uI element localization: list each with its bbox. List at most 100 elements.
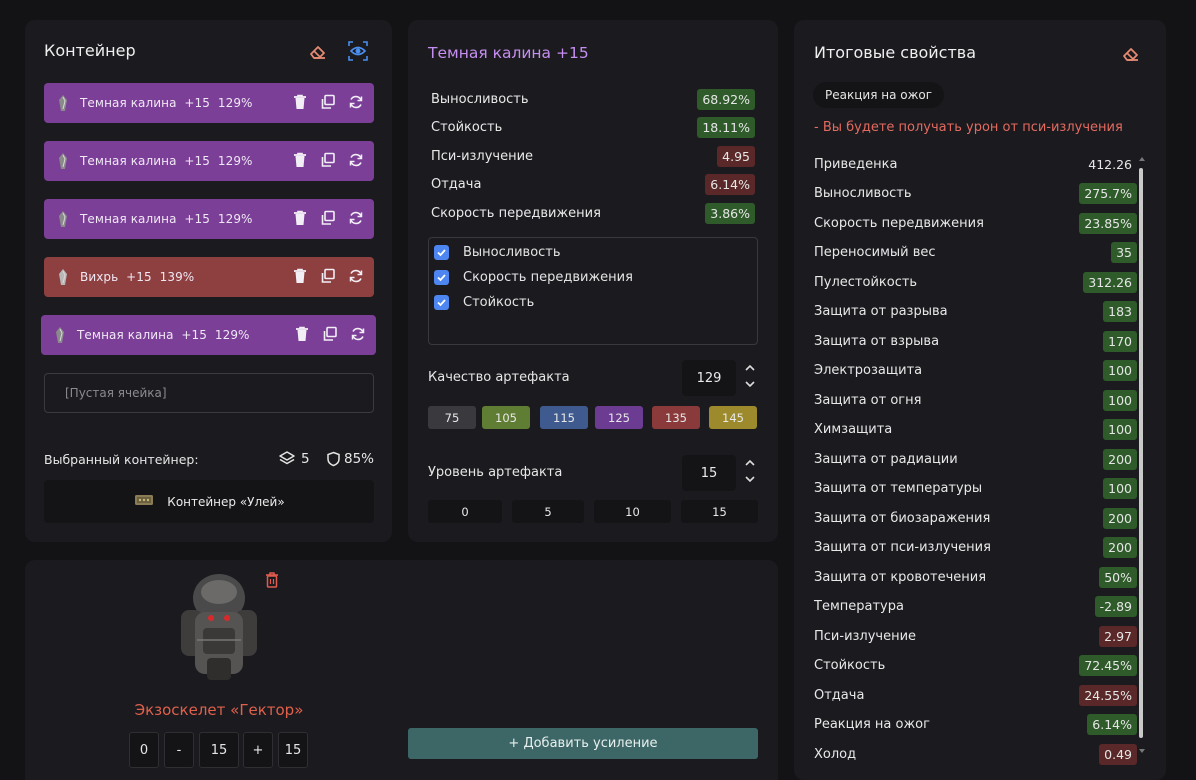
summary-prop-row: Защита от температуры 100 xyxy=(814,477,1137,501)
armor-level-max[interactable]: 15 xyxy=(278,732,308,768)
level-preset-button[interactable]: 5 xyxy=(512,500,584,523)
quality-stepper[interactable] xyxy=(744,362,756,390)
quality-preset-button[interactable]: 75 xyxy=(428,406,476,429)
copy-icon[interactable] xyxy=(319,93,337,111)
summary-prop-name: Отдача xyxy=(814,687,865,703)
level-preset-button[interactable]: 10 xyxy=(594,500,671,523)
stat-filter-checkbox[interactable]: Выносливость xyxy=(434,245,561,260)
container-slot[interactable]: Темная калина +15 129% xyxy=(44,141,374,181)
level-preset-button[interactable]: 15 xyxy=(681,500,758,523)
level-preset-button[interactable]: 0 xyxy=(428,500,502,523)
trash-icon[interactable] xyxy=(291,267,309,285)
armor-name: Экзоскелет «Гектор» xyxy=(134,701,304,719)
refresh-icon[interactable] xyxy=(347,209,365,227)
chevron-up-icon[interactable] xyxy=(744,362,756,374)
artifact-icon xyxy=(56,268,70,286)
summary-prop-row: Защита от разрыва 183 xyxy=(814,300,1137,324)
eraser-icon[interactable] xyxy=(307,40,329,62)
summary-prop-value: 200 xyxy=(1103,537,1137,558)
summary-prop-row: Пси-излучение 2.97 xyxy=(814,624,1137,648)
artifact-stat-value: 18.11% xyxy=(697,117,755,138)
summary-prop-row: Стойкость 72.45% xyxy=(814,654,1137,678)
quality-preset-button[interactable]: 115 xyxy=(540,406,588,429)
container-slot[interactable]: Темная калина +15 129% xyxy=(44,199,374,239)
scroll-up-icon[interactable] xyxy=(1139,156,1145,162)
container-select-button[interactable]: Контейнер «Улей» xyxy=(44,480,374,523)
scrollbar[interactable] xyxy=(1139,156,1145,756)
summary-prop-row: Скорость передвижения 23.85% xyxy=(814,211,1137,235)
scrollbar-thumb[interactable] xyxy=(1139,168,1143,738)
level-label: Уровень артефакта xyxy=(428,465,563,480)
chevron-up-icon[interactable] xyxy=(744,457,756,469)
summary-panel: Итоговые свойства Реакция на ожог - Вы б… xyxy=(794,20,1166,780)
summary-prop-row: Защита от пси-излучения 200 xyxy=(814,536,1137,560)
stat-filter-checkbox[interactable]: Стойкость xyxy=(434,295,534,310)
summary-prop-row: Защита от биозаражения 200 xyxy=(814,506,1137,530)
checkbox-checked-icon[interactable] xyxy=(434,270,449,285)
checkbox-checked-icon[interactable] xyxy=(434,295,449,310)
armor-level-increment[interactable]: + xyxy=(243,732,273,768)
summary-prop-value: 0.49 xyxy=(1099,743,1137,765)
level-input[interactable]: 15 xyxy=(682,455,736,491)
checkbox-checked-icon[interactable] xyxy=(434,245,449,260)
artifact-icon xyxy=(56,94,70,112)
trash-icon[interactable] xyxy=(291,209,309,227)
artifact-title: Темная калина +15 xyxy=(428,44,589,62)
slot-label: Темная калина +15 129% xyxy=(80,96,253,110)
empty-slot-label: [Пустая ячейка] xyxy=(65,386,167,400)
artifact-stat-row: Скорость передвижения 3.86% xyxy=(431,201,755,225)
copy-icon[interactable] xyxy=(321,325,339,343)
copy-icon[interactable] xyxy=(319,151,337,169)
artifact-stat-row: Выносливость 68.92% xyxy=(431,87,755,111)
quality-preset-button[interactable]: 105 xyxy=(482,406,530,429)
container-slot[interactable]: Вихрь +15 139% xyxy=(44,257,374,297)
trash-icon[interactable] xyxy=(293,325,311,343)
summary-prop-row: Отдача 24.55% xyxy=(814,683,1137,707)
summary-prop-value: 100 xyxy=(1103,419,1137,440)
quality-input[interactable]: 129 xyxy=(682,360,736,396)
quality-preset-button[interactable]: 145 xyxy=(709,406,757,429)
armor-level-decrement[interactable]: - xyxy=(164,732,194,768)
summary-prop-row: Защита от взрыва 170 xyxy=(814,329,1137,353)
trash-icon[interactable] xyxy=(264,571,280,593)
artifact-stat-row: Стойкость 18.11% xyxy=(431,116,755,140)
refresh-icon[interactable] xyxy=(347,267,365,285)
trash-icon[interactable] xyxy=(291,93,309,111)
slot-label: Темная калина +15 129% xyxy=(77,328,250,342)
container-slot[interactable]: Темная калина +15 129% xyxy=(44,83,374,123)
scroll-down-icon[interactable] xyxy=(1139,748,1145,754)
add-boost-button[interactable]: + Добавить усиление xyxy=(408,728,758,759)
artifact-stat-name: Отдача xyxy=(431,177,482,192)
level-stepper[interactable] xyxy=(744,457,756,485)
empty-slot[interactable]: [Пустая ячейка] xyxy=(44,373,374,413)
eye-icon[interactable] xyxy=(347,40,369,62)
refresh-icon[interactable] xyxy=(347,93,365,111)
copy-icon[interactable] xyxy=(319,209,337,227)
container-title: Контейнер xyxy=(44,41,136,60)
artifact-stat-value: 6.14% xyxy=(705,174,755,195)
copy-icon[interactable] xyxy=(319,267,337,285)
armor-level-min[interactable]: 0 xyxy=(129,732,159,768)
checkbox-label: Выносливость xyxy=(463,245,561,260)
artifact-stat-row: Пси-излучение 4.95 xyxy=(431,144,755,168)
trash-icon[interactable] xyxy=(291,151,309,169)
armor-level-input[interactable]: 15 xyxy=(199,732,239,768)
artifact-stat-name: Стойкость xyxy=(431,120,503,135)
stat-filter-checkbox[interactable]: Скорость передвижения xyxy=(434,270,633,285)
summary-prop-value: 200 xyxy=(1103,448,1137,470)
warning-text: - Вы будете получать урон от пси-излучен… xyxy=(814,120,1123,135)
container-name: Контейнер «Улей» xyxy=(167,494,285,509)
chevron-down-icon[interactable] xyxy=(744,378,756,390)
refresh-icon[interactable] xyxy=(347,151,365,169)
summary-prop-value: 50% xyxy=(1099,566,1137,588)
container-slot[interactable]: Темная калина +15 129% xyxy=(41,315,376,355)
chevron-down-icon[interactable] xyxy=(744,473,756,485)
refresh-icon[interactable] xyxy=(349,325,367,343)
container-panel: Контейнер Темная калина +15 129% Темная к… xyxy=(25,20,392,542)
slot-label: Темная калина +15 129% xyxy=(80,154,253,168)
quality-preset-button[interactable]: 135 xyxy=(652,406,700,429)
artifact-stat-name: Выносливость xyxy=(431,91,529,107)
eraser-icon[interactable] xyxy=(1120,42,1142,64)
artifact-icon xyxy=(56,210,70,228)
quality-preset-button[interactable]: 125 xyxy=(595,406,643,429)
